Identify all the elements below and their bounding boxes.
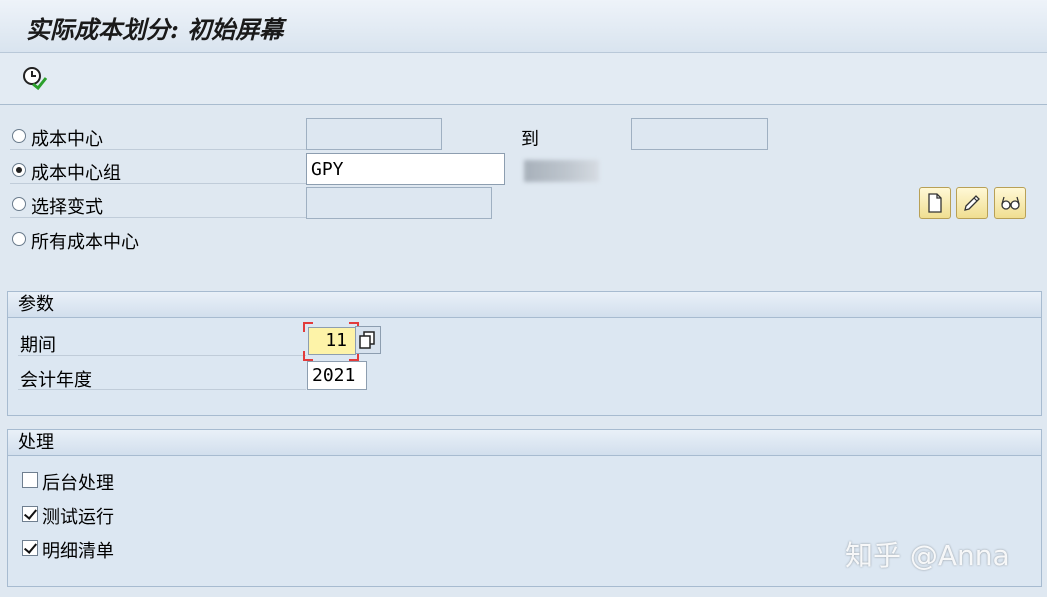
group-description-redacted	[524, 160, 599, 182]
radio-label-all-cost-centers: 所有成本中心	[31, 232, 139, 253]
fiscal-year-input[interactable]	[307, 361, 367, 390]
row-divider	[10, 217, 306, 218]
row-divider	[18, 389, 306, 390]
cost-center-group-input[interactable]	[306, 153, 505, 185]
copy-icon	[356, 331, 380, 357]
title-bar: 实际成本划分: 初始屏幕	[0, 0, 1047, 53]
watermark: 知乎 @Anna	[845, 539, 1010, 572]
parameters-group-title: 参数	[8, 292, 1041, 318]
radio-label-selection-variant: 选择变式	[31, 197, 103, 218]
radio-cost-center-group[interactable]	[12, 163, 26, 177]
detail-list-checkbox[interactable]	[22, 540, 38, 556]
background-processing-label: 后台处理	[42, 473, 114, 494]
multiple-selection-button[interactable]	[355, 326, 381, 354]
change-variant-button[interactable]	[956, 187, 988, 219]
radio-label-cost-center-group: 成本中心组	[31, 163, 121, 184]
test-run-label: 测试运行	[42, 507, 114, 528]
parameters-group: 参数	[7, 291, 1042, 416]
execute-clock-icon[interactable]	[21, 65, 48, 91]
application-toolbar	[0, 53, 1047, 105]
to-label: 到	[521, 129, 539, 150]
processing-group-title: 处理	[8, 430, 1041, 456]
row-divider	[10, 149, 306, 150]
radio-all-cost-centers[interactable]	[12, 232, 26, 246]
radio-label-cost-center: 成本中心	[31, 129, 103, 150]
radio-selection-variant[interactable]	[12, 197, 26, 211]
test-run-checkbox[interactable]	[22, 506, 38, 522]
period-label: 期间	[20, 335, 56, 356]
background-processing-checkbox[interactable]	[22, 472, 38, 488]
cost-center-to-input[interactable]	[631, 118, 768, 150]
focus-corner	[303, 351, 313, 361]
window-title: 实际成本划分: 初始屏幕	[26, 15, 284, 44]
radio-cost-center[interactable]	[12, 129, 26, 143]
row-divider	[18, 355, 306, 356]
display-variant-button[interactable]	[994, 187, 1026, 219]
cost-center-from-input[interactable]	[306, 118, 442, 150]
create-variant-button[interactable]	[919, 187, 951, 219]
selection-variant-input[interactable]	[306, 187, 492, 219]
focus-corner	[303, 322, 313, 332]
detail-list-label: 明细清单	[42, 541, 114, 562]
row-divider	[10, 183, 306, 184]
